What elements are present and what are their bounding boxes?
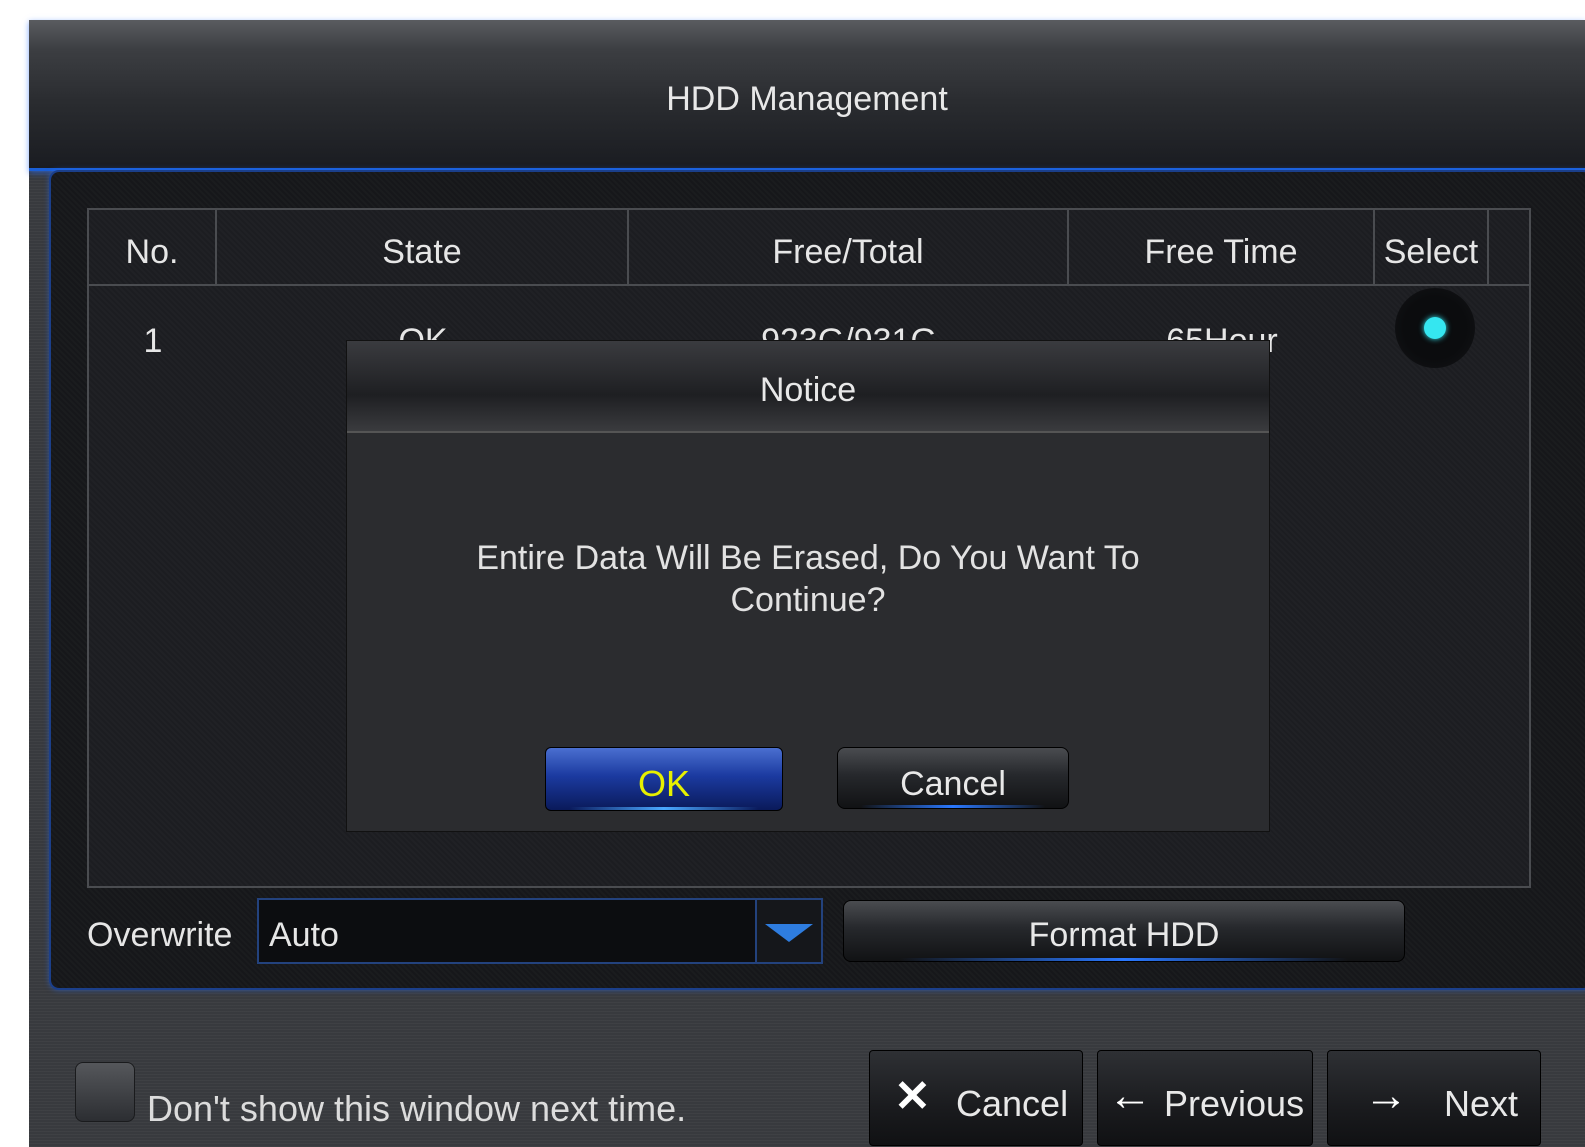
select-radio[interactable]: [1395, 288, 1475, 368]
header-select: Select: [1375, 210, 1489, 284]
notice-dialog: Notice Entire Data Will Be Erased, Do Yo…: [346, 340, 1270, 832]
button-glow: [900, 958, 1348, 961]
header-no: No.: [89, 210, 217, 284]
arrow-right-icon: →: [1364, 1071, 1408, 1120]
next-label: Next: [1444, 1083, 1519, 1124]
dialog-message: Entire Data Will Be Erased, Do You Want …: [476, 539, 1140, 619]
arrow-left-icon: ←: [1108, 1071, 1152, 1120]
chevron-down-icon: [765, 924, 813, 942]
overwrite-value: Auto: [269, 916, 339, 954]
selected-dot-icon: [1424, 317, 1446, 339]
next-button[interactable]: → Next: [1327, 1050, 1541, 1146]
header-free-time: Free Time: [1069, 210, 1375, 284]
ok-button[interactable]: OK: [545, 747, 783, 811]
previous-label: Previous: [1164, 1083, 1305, 1124]
table-header: No. State Free/Total Free Time Select: [89, 210, 1529, 286]
close-icon: ✕: [894, 1072, 931, 1121]
dont-show-checkbox[interactable]: [75, 1062, 135, 1122]
dropdown-arrow-button[interactable]: [755, 900, 821, 962]
header-free-total: Free/Total: [629, 210, 1069, 284]
previous-button[interactable]: ← Previous: [1097, 1050, 1313, 1146]
format-hdd-button[interactable]: Format HDD: [843, 900, 1405, 962]
dont-show-label: Don't show this window next time.: [147, 1088, 687, 1129]
wizard-cancel-button[interactable]: ✕ Cancel: [869, 1050, 1083, 1146]
overwrite-label: Overwrite: [87, 916, 233, 954]
header-state: State: [217, 210, 629, 284]
title-bar: HDD Management: [29, 20, 1585, 171]
overwrite-dropdown[interactable]: Auto: [257, 898, 823, 964]
button-glow: [861, 805, 1045, 808]
button-glow: [569, 807, 759, 810]
window-title: HDD Management: [666, 80, 948, 118]
dialog-cancel-button[interactable]: Cancel: [837, 747, 1069, 809]
wizard-footer: Don't show this window next time. ✕ Canc…: [29, 1030, 1585, 1147]
overwrite-row: Overwrite Auto Format HDD: [51, 898, 1585, 968]
format-hdd-label: Format HDD: [1028, 916, 1220, 954]
wizard-cancel-label: Cancel: [956, 1083, 1069, 1124]
dialog-title: Notice: [347, 341, 1269, 433]
ok-label: OK: [637, 763, 690, 804]
cell-no: 1: [143, 322, 163, 360]
dialog-cancel-label: Cancel: [900, 765, 1006, 803]
